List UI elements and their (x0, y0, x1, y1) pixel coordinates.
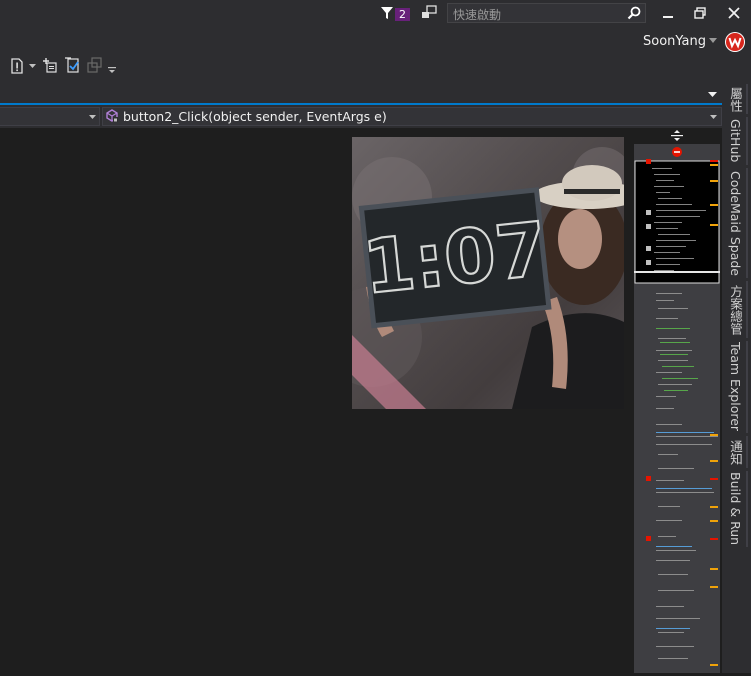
side-tab-team-explorer[interactable]: Team Explorer (722, 341, 749, 433)
side-tab-label: GitHub (728, 119, 743, 163)
notification-count-badge[interactable]: 2 (395, 8, 410, 21)
chevron-down-icon[interactable] (710, 115, 717, 119)
side-tab-build-and-run[interactable]: Build & Run (722, 471, 749, 547)
quick-launch-box[interactable]: 快速啟動 (447, 3, 646, 23)
side-tab-codemaid-spade[interactable]: CodeMaid Spade (722, 168, 749, 278)
avatar-logo-icon (726, 33, 744, 51)
document-warning-icon[interactable] (10, 58, 24, 74)
chevron-down-icon[interactable] (89, 115, 96, 119)
image-preview: 1:07 (352, 137, 624, 409)
side-tab-label: CodeMaid Spade (728, 170, 743, 276)
side-tab-github[interactable]: GitHub (722, 117, 749, 165)
side-tab-label: 通知 (728, 439, 743, 465)
side-tab-notifications[interactable]: 通知 (722, 436, 749, 468)
copy-icon (87, 57, 102, 73)
chevron-down-icon[interactable] (709, 38, 717, 44)
minimize-icon[interactable] (661, 6, 675, 20)
scrollbar-map[interactable] (634, 128, 720, 673)
photo-illustration: 1:07 (352, 147, 624, 409)
type-dropdown[interactable] (0, 107, 100, 126)
side-tab-label: Build & Run (728, 472, 743, 546)
add-item-icon[interactable] (42, 57, 58, 73)
side-tab-label: 屬性 (728, 86, 743, 112)
current-method-label: button2_Click(object sender, EventArgs e… (123, 109, 387, 124)
filter-icon[interactable] (380, 6, 394, 20)
avatar[interactable] (725, 32, 745, 52)
restore-icon[interactable] (693, 6, 707, 20)
dropdown-arrow-icon[interactable] (29, 64, 36, 69)
code-minimap[interactable] (634, 128, 720, 673)
method-icon (106, 109, 118, 122)
search-icon[interactable] (627, 6, 641, 20)
tab-overflow-icon[interactable] (708, 92, 717, 98)
account-name[interactable]: SoonYang (643, 34, 706, 49)
toolbar-overflow-icon[interactable] (108, 66, 116, 74)
feedback-icon[interactable] (421, 5, 437, 21)
quick-launch-placeholder[interactable]: 快速啟動 (453, 6, 501, 23)
side-tab-solution-explorer[interactable]: 方案總管 (722, 281, 749, 338)
side-tab-label: Team Explorer (728, 342, 743, 432)
close-icon[interactable] (727, 6, 741, 20)
side-tab-properties[interactable]: 屬性 (722, 84, 749, 114)
checkout-icon[interactable] (64, 56, 82, 74)
side-tab-label: 方案總管 (728, 284, 743, 335)
document-tab-strip (0, 84, 722, 104)
